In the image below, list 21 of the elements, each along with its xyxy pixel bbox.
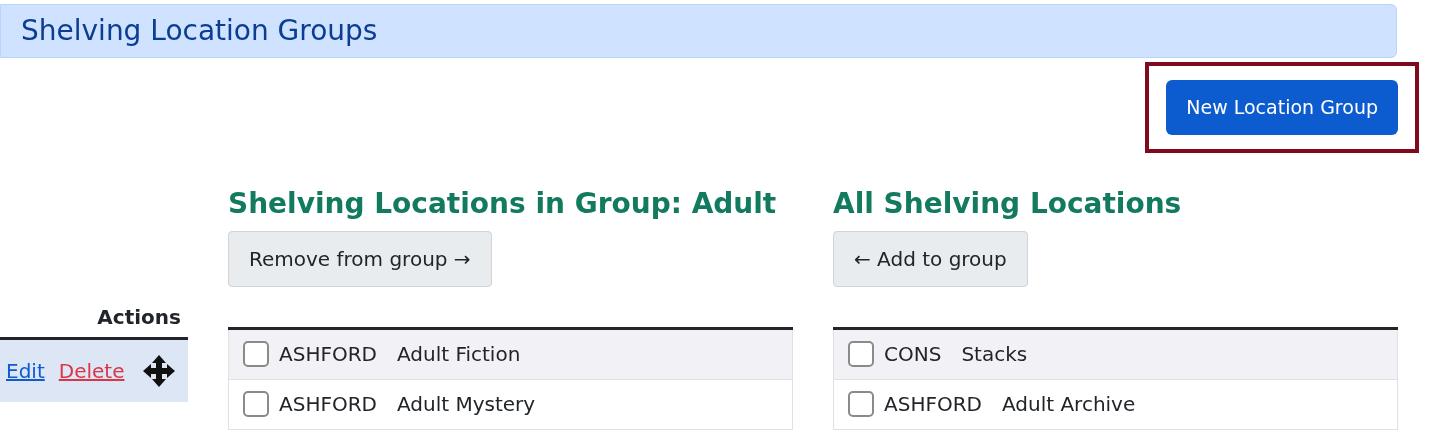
checkbox[interactable] bbox=[243, 341, 269, 368]
location-name: Adult Archive bbox=[1001, 391, 1136, 419]
location-code: ASHFORD bbox=[279, 391, 377, 419]
location-name: Adult Mystery bbox=[396, 391, 536, 419]
page-title: Shelving Location Groups bbox=[0, 4, 1397, 58]
remove-button[interactable]: Remove from group → bbox=[228, 230, 492, 287]
new-location-group-button[interactable]: New Location Group bbox=[1166, 80, 1398, 135]
location-name: Stacks bbox=[961, 341, 1028, 369]
location-name: Adult Fiction bbox=[396, 341, 521, 369]
location-code: CONS bbox=[884, 341, 942, 369]
panel-heading: All Shelving Locations bbox=[833, 187, 1183, 221]
checkbox[interactable] bbox=[243, 391, 269, 418]
checkbox[interactable] bbox=[848, 391, 874, 418]
location-code: ASHFORD bbox=[279, 341, 377, 369]
checkbox[interactable] bbox=[848, 341, 874, 368]
edit-link[interactable]: Edit bbox=[6, 356, 45, 386]
location-code: ASHFORD bbox=[884, 391, 982, 419]
panel-heading: Shelving Locations in Group: Adult bbox=[228, 187, 778, 221]
add-button[interactable]: ← Add to group bbox=[833, 230, 1028, 287]
move-icon[interactable] bbox=[142, 354, 177, 388]
delete-link[interactable]: Delete bbox=[58, 356, 125, 386]
